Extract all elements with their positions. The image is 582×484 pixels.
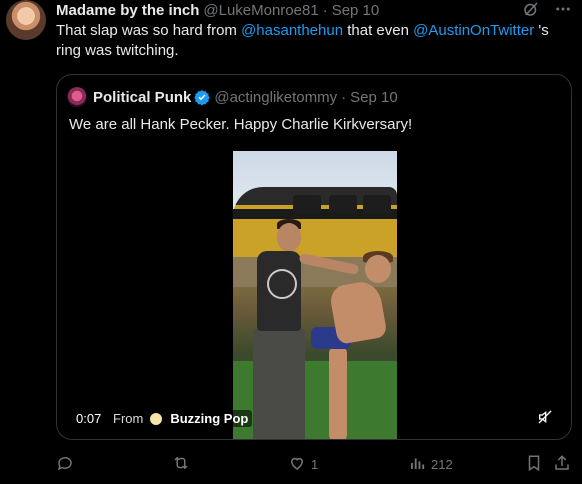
video-source-name[interactable]: Buzzing Pop <box>166 410 253 427</box>
mute-icon[interactable] <box>537 409 553 430</box>
reply-button[interactable] <box>56 454 79 475</box>
video-source[interactable]: From Buzzing Pop <box>113 408 258 430</box>
mention-link[interactable]: @AustinOnTwitter <box>413 22 534 39</box>
video-timestamp: 0:07 <box>76 411 102 426</box>
separator: · <box>322 1 328 19</box>
tweet-text-part: That slap was so hard from <box>56 22 242 39</box>
reply-icon <box>56 454 74 475</box>
tweet-header: Madame by the inch @LukeMonroe81 · Sep 1… <box>56 0 379 20</box>
tweet-top-actions <box>522 0 572 18</box>
like-button[interactable]: 1 <box>288 454 318 475</box>
video-frame-figure <box>328 279 388 345</box>
share-button[interactable] <box>553 454 571 475</box>
quoted-date[interactable]: Sep 10 <box>350 89 398 106</box>
quoted-text: We are all Hank Pecker. Happy Charlie Ki… <box>69 116 413 133</box>
tweet-date[interactable]: Sep 10 <box>332 2 380 19</box>
source-avatar <box>150 412 163 425</box>
video-frame-figure <box>329 347 347 439</box>
video-source-label: From <box>113 411 144 426</box>
tweet-actions: 1 212 <box>56 454 572 474</box>
author-name[interactable]: Madame by the inch <box>56 2 199 19</box>
quoted-header: Political Punk @actingliketommy · Sep 10 <box>67 87 398 107</box>
author-handle[interactable]: @LukeMonroe81 <box>203 2 318 19</box>
quoted-tweet[interactable]: Political Punk @actingliketommy · Sep 10… <box>56 74 572 440</box>
views-icon <box>408 454 426 475</box>
quoted-author-name[interactable]: Political Punk <box>93 89 191 106</box>
video-frame-detail <box>329 195 357 213</box>
author-avatar[interactable] <box>6 0 46 40</box>
repost-icon <box>172 454 190 475</box>
video-frame-detail <box>267 269 297 299</box>
more-icon[interactable] <box>554 0 572 18</box>
video-player[interactable] <box>233 151 397 439</box>
separator: · <box>341 88 347 106</box>
mention-link[interactable]: @hasanthehun <box>241 22 343 39</box>
quoted-avatar[interactable] <box>67 87 87 107</box>
share-icon <box>553 454 571 475</box>
tweet-text-part: that even <box>343 22 414 39</box>
video-frame-figure <box>253 329 305 439</box>
video-frame-detail <box>363 195 391 213</box>
like-icon <box>288 454 306 475</box>
repost-button[interactable] <box>172 454 195 475</box>
video-frame-figure <box>365 255 391 283</box>
views-count: 212 <box>431 457 453 472</box>
bookmark-button[interactable] <box>525 454 543 475</box>
video-frame-figure <box>277 223 301 251</box>
tweet-text: That slap was so hard from @hasanthehun … <box>56 21 572 61</box>
bookmark-icon <box>525 454 543 475</box>
quoted-author-handle[interactable]: @actingliketommy <box>214 89 337 106</box>
like-count: 1 <box>311 457 319 472</box>
grok-icon[interactable] <box>522 0 540 18</box>
views-button[interactable]: 212 <box>408 454 453 475</box>
video-frame-detail <box>293 195 321 213</box>
verified-icon <box>194 89 211 106</box>
